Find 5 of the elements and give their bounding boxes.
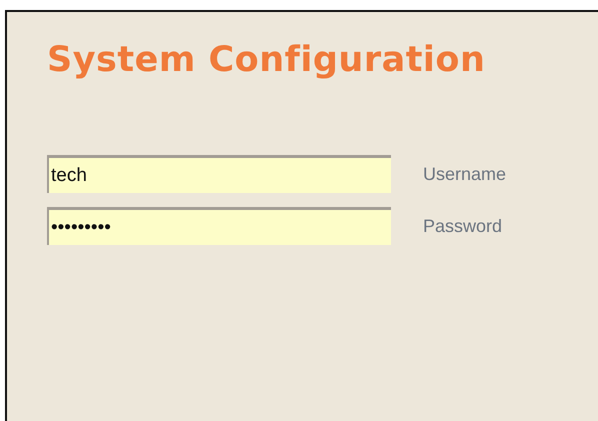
field-label: Username	[423, 162, 506, 186]
page-title: System Configuration	[47, 39, 486, 81]
input-field[interactable]: tech	[47, 155, 391, 193]
field-label: Password	[423, 214, 502, 238]
input-field[interactable]: •••••••••	[47, 207, 391, 245]
